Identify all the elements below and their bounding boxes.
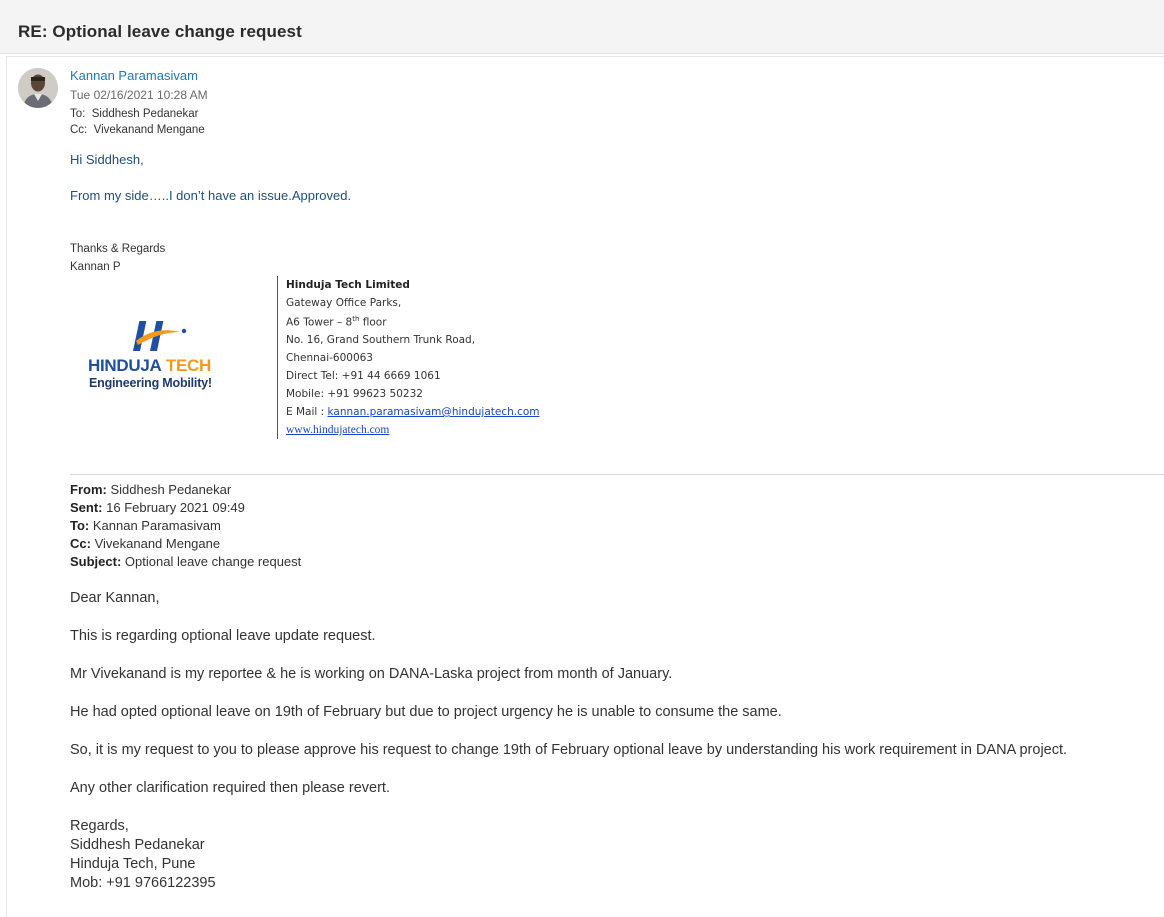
reply-greeting: Hi Siddhesh, xyxy=(70,152,144,167)
quoted-sent-line: Sent: 16 February 2021 09:49 xyxy=(70,500,245,515)
quoted-signature-mobile: Mob: +91 9766122395 xyxy=(70,875,216,891)
cc-recipient[interactable]: Vivekanand Mengane xyxy=(94,124,205,136)
quoted-paragraph: So, it is my request to you to please ap… xyxy=(70,742,1068,758)
quoted-subject-line: Subject: Optional leave change request xyxy=(70,554,302,569)
sig-website-link[interactable]: www.hindujatech.com xyxy=(286,424,389,436)
quoted-cc-line: Cc: Vivekanand Mengane xyxy=(70,536,221,551)
sig-company: Hinduja Tech Limited xyxy=(286,279,410,291)
hinduja-h-mark-icon xyxy=(132,321,187,351)
quoted-to-line: To: Kannan Paramasivam xyxy=(70,518,221,533)
sig-address-3: No. 16, Grand Southern Trunk Road, xyxy=(286,334,476,346)
signature-divider xyxy=(277,276,278,439)
sent-timestamp: Tue 02/16/2021 10:28 AM xyxy=(70,88,208,102)
quoted-greeting: Dear Kannan, xyxy=(70,590,160,606)
sig-email-label: E Mail : xyxy=(286,406,328,418)
sig-address-1: Gateway Office Parks, xyxy=(286,297,402,309)
cc-recipient-line: Cc: Vivekanand Mengane xyxy=(70,124,205,136)
logo-wordmark: HINDUJA TECH xyxy=(88,356,211,375)
quoted-paragraph: Any other clarification required then pl… xyxy=(70,780,390,796)
quoted-signature-org: Hinduja Tech, Pune xyxy=(70,856,196,872)
quoted-separator xyxy=(70,474,1164,475)
sig-address-2: A6 Tower – 8th floor xyxy=(286,315,387,329)
quoted-signature-name: Siddhesh Pedanekar xyxy=(70,837,205,853)
sig-email-link[interactable]: kannan.paramasivam@hindujatech.com xyxy=(328,406,540,418)
quoted-from-line: From: Siddhesh Pedanekar xyxy=(70,482,232,497)
sender-avatar[interactable] xyxy=(18,68,58,108)
sender-name-link[interactable]: Kannan Paramasivam xyxy=(70,68,198,83)
quoted-paragraph: Mr Vivekanand is my reportee & he is wor… xyxy=(70,666,673,682)
to-recipient-line: To: Siddhesh Pedanekar xyxy=(70,108,199,120)
quoted-regards: Regards, xyxy=(70,818,129,834)
cc-label: Cc: xyxy=(70,124,88,136)
sig-mobile: Mobile: +91 99623 50232 xyxy=(286,388,423,400)
subject-bar: RE: Optional leave change request xyxy=(0,0,1164,54)
quoted-paragraph: He had opted optional leave on 19th of F… xyxy=(70,704,782,720)
sig-email-line: E Mail : kannan.paramasivam@hindujatech.… xyxy=(286,406,540,418)
to-recipient[interactable]: Siddhesh Pedanekar xyxy=(92,108,199,120)
sig-direct-tel: Direct Tel: +91 44 6669 1061 xyxy=(286,370,441,382)
reply-body: From my side…..I don’t have an issue.App… xyxy=(70,188,352,203)
reply-signoff: Thanks & Regards xyxy=(70,243,166,255)
reply-signature-name: Kannan P xyxy=(70,261,121,273)
quoted-paragraph: This is regarding optional leave update … xyxy=(70,628,376,644)
person-photo-icon xyxy=(18,68,58,108)
hinduja-tech-logo: HINDUJA TECH Engineering Mobility! xyxy=(88,318,238,398)
to-label: To: xyxy=(70,108,86,120)
sig-address-4: Chennai-600063 xyxy=(286,352,373,364)
logo-tagline: Engineering Mobility! xyxy=(89,376,212,390)
sig-website-line: www.hindujatech.com xyxy=(286,424,389,436)
email-subject-title: RE: Optional leave change request xyxy=(18,22,302,41)
